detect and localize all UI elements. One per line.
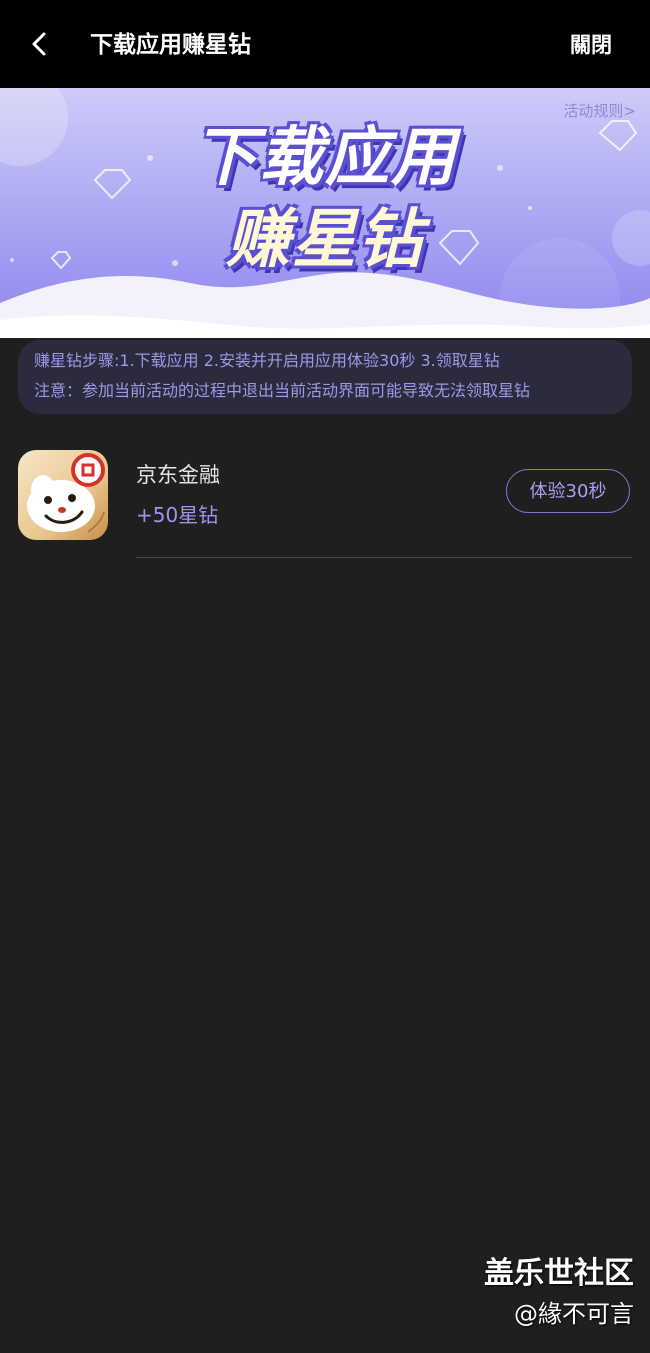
banner-title-line2: 赚星钻 — [226, 203, 424, 277]
warning-text: 注意：参加当前活动的过程中退出当前活动界面可能导致无法领取星钻 — [34, 381, 531, 400]
steps-text: 赚星钻步骤:1.下载应用 2.安装并开启用应用体验30秒 3.领取星钻 — [34, 351, 500, 370]
user-watermark: @緣不可言 — [514, 1300, 634, 1328]
chevron-left-icon — [32, 32, 46, 56]
page-title: 下载应用赚星钻 — [90, 32, 251, 58]
instructions-box: 赚星钻步骤:1.下载应用 2.安装并开启用应用体验30秒 3.领取星钻 注意：参… — [18, 340, 632, 414]
close-button[interactable]: 關閉 — [570, 28, 612, 62]
back-button[interactable] — [22, 26, 58, 62]
top-app-bar: 下载应用赚星钻 關閉 — [0, 0, 650, 88]
app-list-item[interactable]: 京东金融 +50星钻 体验30秒 — [0, 440, 650, 558]
activity-rules-link[interactable]: 活动规则> — [563, 100, 636, 121]
list-divider — [136, 557, 632, 558]
community-watermark: 盖乐世社区 — [484, 1256, 634, 1291]
app-name: 京东金融 — [136, 463, 220, 487]
banner-title-line1: 下载应用 — [193, 121, 457, 195]
try-30s-button[interactable]: 体验30秒 — [506, 469, 630, 513]
app-reward: +50星钻 — [136, 503, 219, 527]
jd-finance-app-icon — [18, 450, 108, 540]
promo-banner: 活动规则> 下载应用 赚星钻 — [0, 88, 650, 338]
